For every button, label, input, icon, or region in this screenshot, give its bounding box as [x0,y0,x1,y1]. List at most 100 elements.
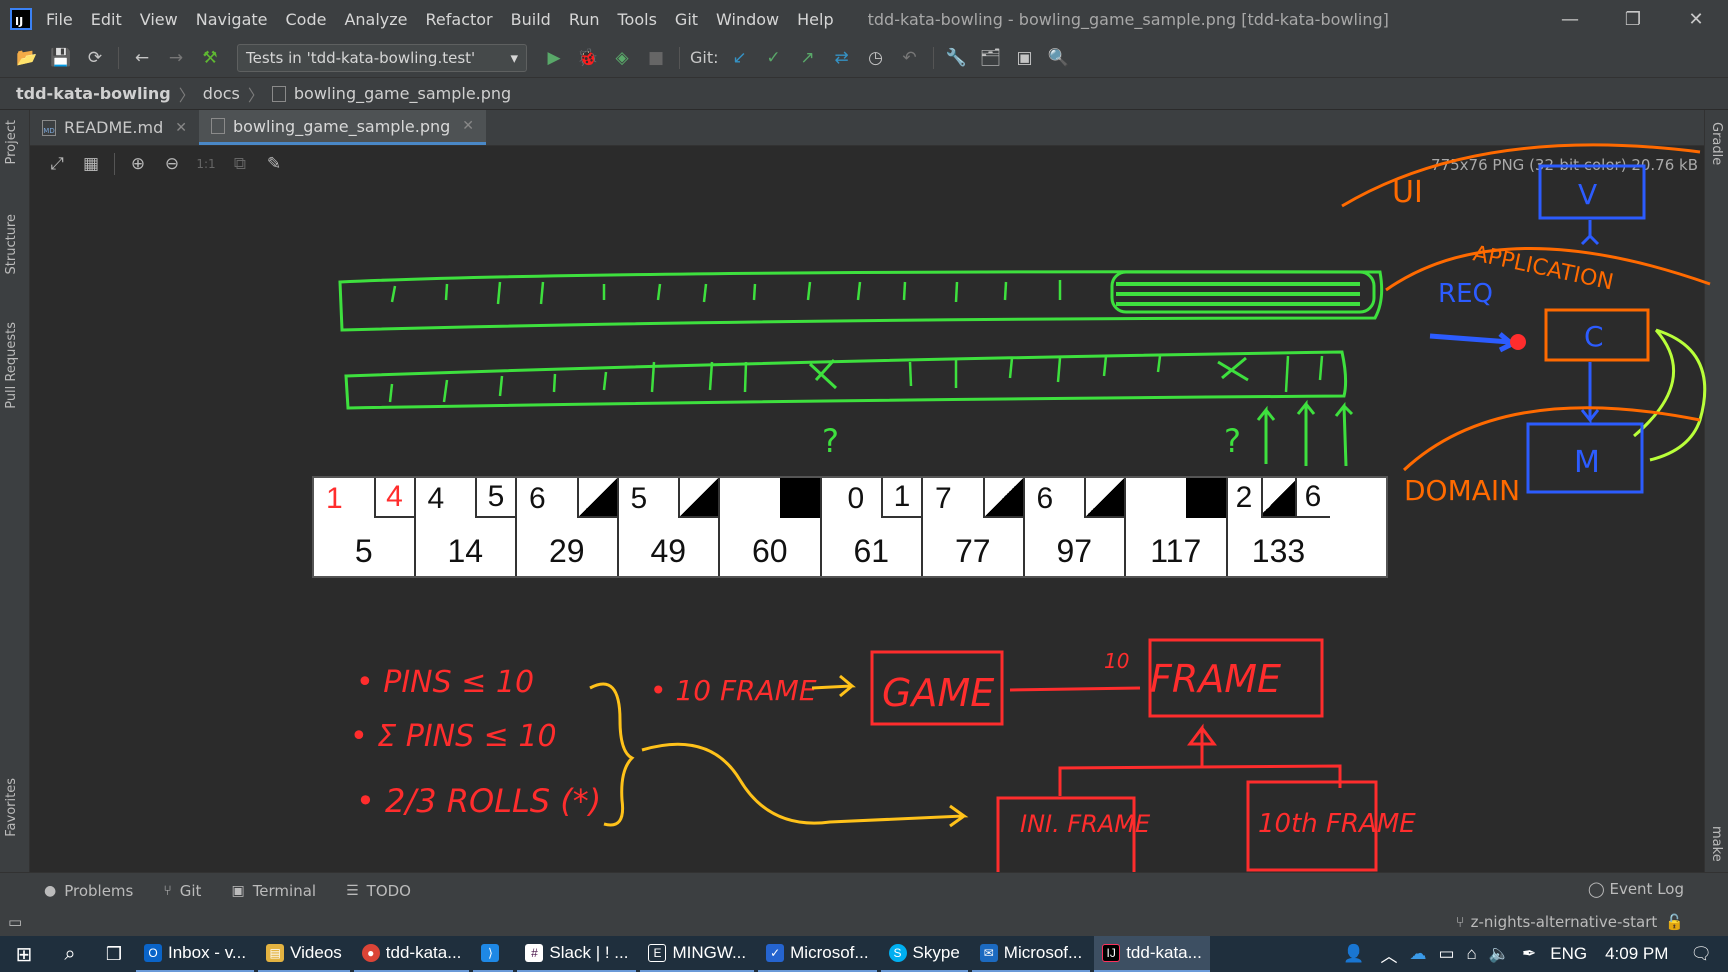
label-frame: FRAME [1150,657,1281,701]
tool-label: Problems [64,881,134,900]
spare-mark [678,478,718,518]
frame-total: 29 [548,533,585,569]
branch-name: z-nights-alternative-start [1470,913,1658,931]
layout-toggle-icon[interactable]: ▭ [8,913,22,931]
label-req: REQ [1438,279,1493,309]
pen-icon[interactable]: ✒ [1522,944,1536,964]
windows-start-icon[interactable]: ⊞ [0,942,48,967]
problems-icon: ● [44,882,57,899]
task-view-icon[interactable]: ❒ [92,944,136,965]
question-mark: ? [1224,422,1241,460]
strip-bottom [344,350,1348,410]
rule-rolls: • 2/3 ROLLS (*) [356,782,601,820]
terminal-icon: ▣ [231,882,245,899]
taskbar-label: tdd-kata... [1126,943,1202,962]
intellij-icon: IJ [1102,944,1121,962]
taskbar-microsoft-todo[interactable]: ✓ Microsof... [758,936,877,972]
frame-total: 97 [1056,533,1093,569]
label-c: C [1584,320,1604,353]
label-m: M [1574,445,1600,480]
taskbar-mingw[interactable]: E MINGW... [640,936,755,972]
frame-8: 6 97 [1025,478,1126,576]
frame-3: 6 29 [517,478,619,576]
tool-todo[interactable]: ☰ TODO [346,882,411,900]
onedrive-icon[interactable]: ☁ [1409,944,1426,964]
frame-total: 5 [354,533,373,569]
taskbar-skype[interactable]: S Skype [880,936,968,972]
battery-icon[interactable]: ▭ [1438,944,1454,964]
taskbar-intellij[interactable]: IJ tdd-kata... [1094,936,1210,972]
taskbar-label: Inbox - v... [168,943,247,962]
event-log-button[interactable]: ◯ Event Log [1588,880,1684,898]
frame-roll-1: 1 [326,482,343,515]
tool-terminal[interactable]: ▣ Terminal [231,882,316,900]
taskbar-label: Videos [290,943,342,962]
mail-icon: ✉ [979,944,998,962]
return-arrow [1633,329,1676,438]
taskbar-microsoft-mail[interactable]: ✉ Microsof... [971,936,1091,972]
label-ten: 10 [1104,649,1129,673]
label-domain: DOMAIN [1404,474,1520,507]
label-game: GAME [882,671,994,715]
event-log-label: Event Log [1609,880,1684,898]
frame-4: 5 49 [619,478,720,576]
volume-icon[interactable]: 🔈 [1489,944,1510,964]
frame-roll-1: 6 [1036,482,1054,515]
hatch-lines [1116,282,1360,306]
system-tray: 👤 ︿ ☁ ▭ ⌂ 🔈 ✒ ENG 4:09 PM 🗨 [1343,936,1728,972]
spare-mark [576,478,617,518]
taskbar-chrome[interactable]: ● tdd-kata... [353,936,470,972]
outlook-icon: O [144,944,162,962]
taskbar-outlook[interactable]: O Inbox - v... [136,936,255,972]
frame-9: 117 [1126,478,1228,576]
taskbar-vscode[interactable]: ⟩ [473,936,514,972]
hatch-mark [1217,356,1249,382]
frame-roll-2: 4 [373,478,414,518]
lock-icon: 🔓 [1665,913,1684,931]
spare-mark [982,478,1023,518]
arrow-to-ini-frame [641,742,969,828]
notifications-icon[interactable]: 🗨 [1690,944,1712,964]
vscode-icon: ⟩ [481,944,500,962]
taskbar-label: MINGW... [672,943,747,962]
git-branch-widget[interactable]: ⑂ z-nights-alternative-start 🔓 [1456,908,1684,936]
frame-1: 1 4 5 [314,478,416,576]
taskbar-label: Microsof... [1003,943,1083,962]
strike-mark [779,478,820,518]
frame-roll-2: 1 [881,478,921,518]
search-icon[interactable]: ⌕ [48,943,92,966]
frame-total: 61 [853,533,890,569]
language-indicator[interactable]: ENG [1550,944,1587,964]
frame-total: 133 [1251,533,1306,569]
tool-problems[interactable]: ● Problems [44,882,133,900]
frame-roll-1: 2 [1235,481,1253,514]
frame-total: 14 [447,533,484,569]
chevron-up-icon[interactable]: ︿ [1380,942,1397,967]
question-mark: ? [822,422,839,460]
label-v: V [1578,178,1597,211]
skype-icon: S [888,944,907,962]
clock[interactable]: 4:09 PM [1605,944,1668,964]
tool-label: Terminal [252,881,317,900]
people-icon[interactable]: 👤 [1343,944,1364,964]
frame-5: 60 [720,478,822,576]
arrow-c-m [1580,362,1600,425]
req-arrow [1429,332,1517,353]
taskbar-videos[interactable]: ▤ Videos [258,936,350,972]
taskbar-label: tdd-kata... [385,943,462,962]
slack-icon: # [525,944,544,962]
game-frame-link [1009,686,1141,692]
rule-pins: • PINS ≤ 10 [356,665,534,700]
label-ui: UI [1392,175,1423,210]
strip-ticks [388,280,1324,403]
return-arrow-outer [1649,328,1707,462]
network-icon[interactable]: ⌂ [1467,944,1477,964]
req-dot [1510,334,1526,350]
frame-roll-1: 7 [935,482,952,515]
todo-list-icon: ☰ [346,882,359,899]
tool-git[interactable]: ⑂ Git [163,882,201,900]
frame-total: 77 [954,533,991,569]
todo-check-icon: ✓ [766,944,785,962]
frame-roll-3: 6 [1294,478,1330,518]
taskbar-slack[interactable]: # Slack | ! ... [517,936,637,972]
